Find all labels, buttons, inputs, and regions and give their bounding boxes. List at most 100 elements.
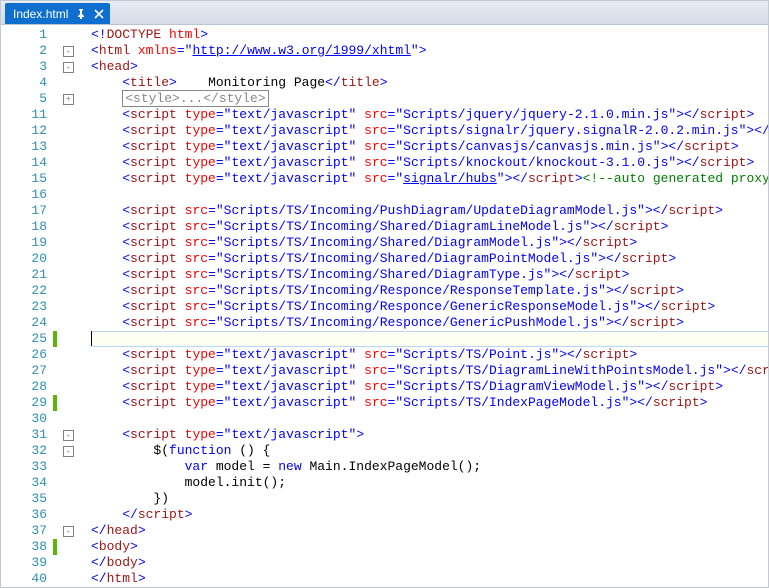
code-line[interactable]: <head> <box>91 59 768 75</box>
code-line[interactable]: <script src="Scripts/TS/Incoming/Responc… <box>91 299 768 315</box>
code-line[interactable]: <script src="Scripts/TS/Incoming/Shared/… <box>91 219 768 235</box>
line-number: 27 <box>1 363 47 379</box>
fold-cell <box>61 347 91 363</box>
code-line[interactable]: <!DOCTYPE html> <box>91 27 768 43</box>
line-number: 25 <box>1 331 47 347</box>
change-mark <box>53 379 61 395</box>
fold-cell <box>61 75 91 91</box>
fold-cell <box>61 251 91 267</box>
change-mark <box>53 507 61 523</box>
change-mark <box>53 315 61 331</box>
code-line[interactable]: var model = new Main.IndexPageModel(); <box>91 459 768 475</box>
fold-collapse-icon[interactable]: - <box>63 62 74 73</box>
change-mark <box>53 219 61 235</box>
code-line[interactable] <box>91 411 768 427</box>
code-line[interactable]: </body> <box>91 555 768 571</box>
editor-window: Index.html 12345111213141516171819202122… <box>0 0 769 588</box>
line-number: 28 <box>1 379 47 395</box>
change-mark <box>53 43 61 59</box>
fold-collapse-icon[interactable]: - <box>63 430 74 441</box>
code-line[interactable]: <script src="Scripts/TS/Incoming/Shared/… <box>91 235 768 251</box>
change-mark <box>53 459 61 475</box>
line-number: 34 <box>1 475 47 491</box>
code-line[interactable]: <body> <box>91 539 768 555</box>
fold-collapse-icon[interactable]: - <box>63 46 74 57</box>
code-line[interactable]: <script type="text/javascript" src="Scri… <box>91 123 768 139</box>
code-editor[interactable]: 1234511121314151617181920212223242526272… <box>1 25 768 587</box>
fold-cell <box>61 107 91 123</box>
line-number: 40 <box>1 571 47 587</box>
line-number: 21 <box>1 267 47 283</box>
code-line[interactable]: model.init(); <box>91 475 768 491</box>
line-number: 4 <box>1 75 47 91</box>
fold-collapse-icon[interactable]: - <box>63 526 74 537</box>
editor-margin: 1234511121314151617181920212223242526272… <box>1 25 91 587</box>
code-line[interactable]: $(function () { <box>91 443 768 459</box>
line-number: 5 <box>1 91 47 107</box>
fold-cell <box>61 123 91 139</box>
fold-cell: - <box>61 43 91 59</box>
fold-cell <box>61 155 91 171</box>
code-content[interactable]: <!DOCTYPE html><html xmlns="http://www.w… <box>91 25 768 587</box>
code-line[interactable]: <script type="text/javascript" src="Scri… <box>91 139 768 155</box>
fold-cell: - <box>61 427 91 443</box>
change-mark <box>53 427 61 443</box>
change-mark <box>53 283 61 299</box>
fold-cell <box>61 459 91 475</box>
change-mark <box>53 171 61 187</box>
fold-cell <box>61 331 91 347</box>
line-number: 23 <box>1 299 47 315</box>
code-line[interactable]: <script type="text/javascript" src="Scri… <box>91 107 768 123</box>
fold-collapse-icon[interactable]: - <box>63 446 74 457</box>
line-number: 26 <box>1 347 47 363</box>
code-line[interactable]: <script src="Scripts/TS/Incoming/Responc… <box>91 283 768 299</box>
tab-index-html[interactable]: Index.html <box>5 3 110 24</box>
code-line[interactable]: <style>...</style> <box>91 91 768 107</box>
fold-cell <box>61 491 91 507</box>
code-line[interactable]: <script type="text/javascript"> <box>91 427 768 443</box>
code-line[interactable]: </script> <box>91 507 768 523</box>
fold-cell <box>61 203 91 219</box>
code-line[interactable]: <script type="text/javascript" src="Scri… <box>91 395 768 411</box>
change-mark <box>53 203 61 219</box>
code-line[interactable]: <title> Monitoring Page</title> <box>91 75 768 91</box>
code-line[interactable]: <script src="Scripts/TS/Incoming/Shared/… <box>91 267 768 283</box>
code-line[interactable]: <html xmlns="http://www.w3.org/1999/xhtm… <box>91 43 768 59</box>
change-mark <box>53 75 61 91</box>
fold-cell <box>61 475 91 491</box>
change-mark <box>53 491 61 507</box>
line-number: 19 <box>1 235 47 251</box>
close-icon[interactable] <box>94 9 104 19</box>
code-line[interactable]: }) <box>91 491 768 507</box>
code-line[interactable]: <script type="text/javascript" src="Scri… <box>91 347 768 363</box>
change-mark <box>53 475 61 491</box>
code-line[interactable]: </head> <box>91 523 768 539</box>
code-line[interactable]: <script src="Scripts/TS/Incoming/PushDia… <box>91 203 768 219</box>
code-line[interactable]: <script src="Scripts/TS/Incoming/Shared/… <box>91 251 768 267</box>
change-mark <box>53 27 61 43</box>
line-number: 12 <box>1 123 47 139</box>
fold-expand-icon[interactable]: + <box>63 94 74 105</box>
line-number: 2 <box>1 43 47 59</box>
pin-icon[interactable] <box>76 9 86 19</box>
fold-cell: - <box>61 523 91 539</box>
change-mark <box>53 251 61 267</box>
code-line[interactable]: <script type="text/javascript" src="Scri… <box>91 379 768 395</box>
code-line[interactable] <box>91 187 768 203</box>
code-line[interactable]: <script type="text/javascript" src="Scri… <box>91 155 768 171</box>
change-mark <box>53 299 61 315</box>
code-line[interactable]: </html> <box>91 571 768 587</box>
code-line[interactable] <box>91 331 768 347</box>
fold-cell: - <box>61 443 91 459</box>
code-line[interactable]: <script type="text/javascript" src="Scri… <box>91 363 768 379</box>
code-line[interactable]: <script type="text/javascript" src="sign… <box>91 171 768 187</box>
line-number: 15 <box>1 171 47 187</box>
change-mark <box>53 187 61 203</box>
code-line[interactable]: <script src="Scripts/TS/Incoming/Responc… <box>91 315 768 331</box>
change-mark <box>53 123 61 139</box>
fold-cell: + <box>61 91 91 107</box>
fold-cell <box>61 299 91 315</box>
line-number: 37 <box>1 523 47 539</box>
fold-cell <box>61 139 91 155</box>
fold-cell <box>61 235 91 251</box>
